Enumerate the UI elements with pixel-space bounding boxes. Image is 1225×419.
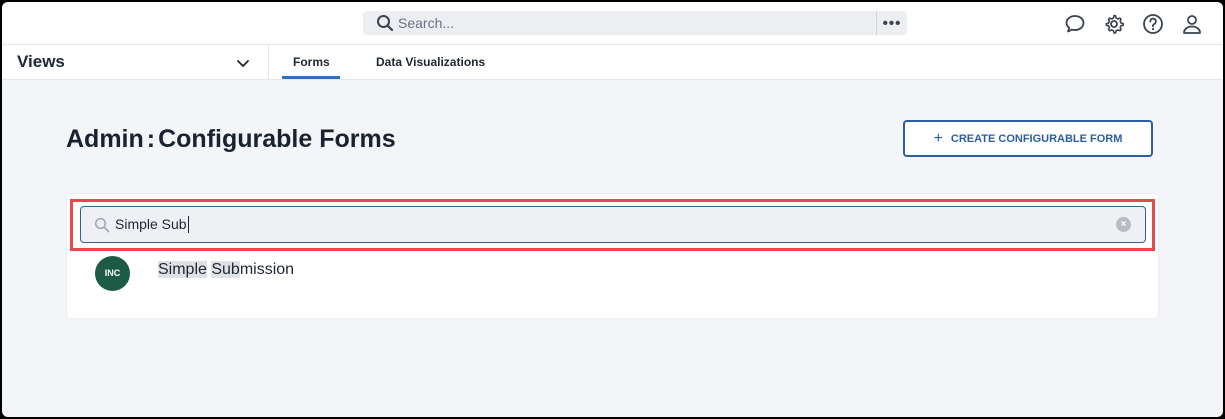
page-title: Admin: Configurable Forms: [66, 125, 396, 154]
search-icon: [376, 14, 394, 32]
views-dropdown[interactable]: Views: [2, 45, 269, 80]
global-search-input[interactable]: Search... •••: [363, 11, 907, 35]
page-title-name: Configurable Forms: [158, 125, 396, 153]
avatar: INC: [95, 255, 130, 291]
tab-forms[interactable]: Forms: [293, 55, 330, 69]
create-configurable-form-button[interactable]: + CREATE CONFIGURABLE FORM: [903, 120, 1153, 157]
top-icons: [1063, 12, 1203, 35]
more-options-button[interactable]: •••: [876, 11, 907, 35]
page-title-section: Admin: [66, 125, 144, 153]
top-bar: Search... •••: [2, 2, 1223, 45]
views-bar: Views Forms Data Visualizations: [2, 45, 1223, 80]
chat-icon[interactable]: [1063, 12, 1086, 35]
result-name[interactable]: Simple Submission: [158, 261, 294, 279]
active-tab-indicator: [282, 76, 340, 79]
app-window: Search... ••• Views Forms Data Visualiza…: [2, 2, 1223, 417]
create-button-label: CREATE CONFIGURABLE FORM: [950, 132, 1123, 145]
help-icon[interactable]: [1141, 12, 1164, 35]
chevron-down-icon: [235, 55, 251, 71]
global-search-placeholder: Search...: [398, 15, 455, 31]
highlight-annotation: [70, 199, 1155, 251]
page-title-separator: :: [146, 125, 156, 153]
tab-data-visualizations[interactable]: Data Visualizations: [376, 55, 485, 69]
views-label: Views: [17, 52, 65, 71]
gear-icon[interactable]: [1102, 12, 1125, 35]
plus-icon: +: [933, 129, 943, 147]
user-icon[interactable]: [1180, 12, 1203, 35]
list-item[interactable]: INC Simple Submission: [95, 255, 294, 291]
